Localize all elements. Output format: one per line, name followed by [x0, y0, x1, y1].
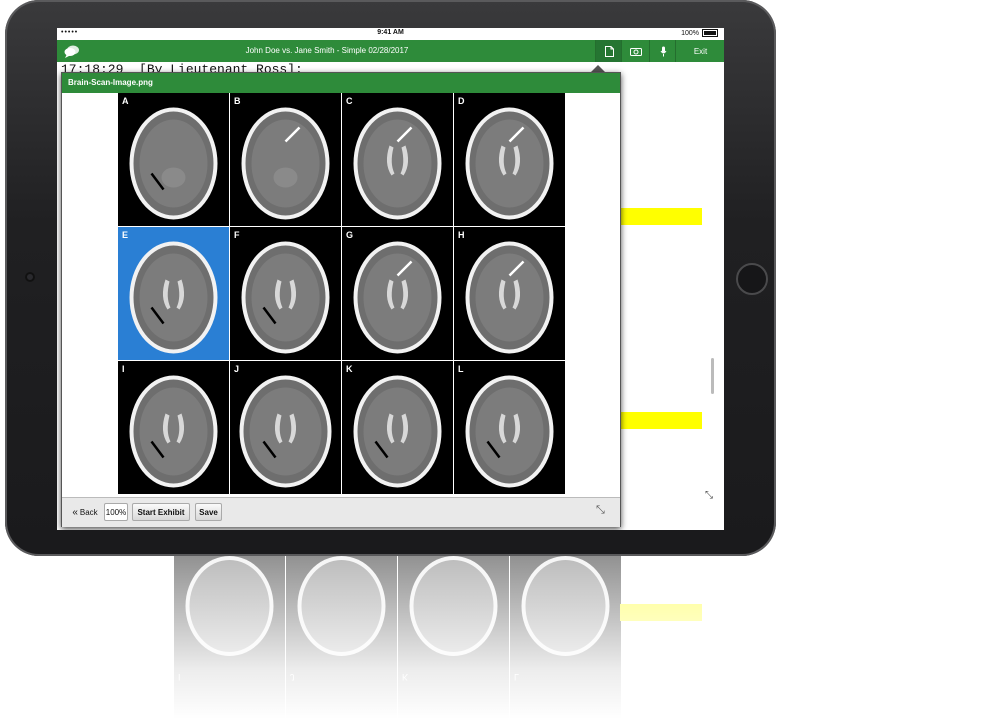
panel-letter: B [234, 96, 241, 106]
exhibit-filename: Brain-Scan-Image.png [62, 73, 620, 93]
exit-button[interactable]: Exit [675, 40, 724, 62]
panel-letter: H [458, 230, 465, 240]
panel-letter: F [234, 230, 240, 240]
scan-panel: E [118, 227, 229, 360]
camera-button[interactable] [621, 40, 650, 62]
transcript-highlight[interactable] [620, 208, 702, 225]
scan-panel: C [342, 93, 453, 226]
scan-panel: F [230, 227, 341, 360]
panel-letter: C [346, 96, 353, 106]
scan-panel: K [342, 361, 453, 494]
start-exhibit-button[interactable]: Start Exhibit [132, 503, 190, 521]
reflection-fade [0, 556, 1000, 719]
resize-icon[interactable]: ⤡ [705, 490, 713, 501]
panel-letter: G [346, 230, 353, 240]
exhibit-viewer: Brain-Scan-Image.png A B C D E F G H I J K L « Back… [61, 72, 621, 527]
status-time: 9:41 AM [377, 29, 404, 36]
home-button[interactable] [736, 263, 768, 295]
zoom-level[interactable]: 100% [104, 503, 128, 521]
brain-scan-image: A B C D E F G H I J K L [118, 93, 565, 497]
front-camera [25, 272, 35, 282]
battery-icon [702, 29, 718, 37]
panel-letter: A [122, 96, 129, 106]
scan-panel: L [454, 361, 565, 494]
exhibit-image-area[interactable]: A B C D E F G H I J K L [62, 93, 620, 497]
case-title: John Doe vs. Jane Smith - Simple 02/28/2… [245, 46, 409, 55]
scan-panel: B [230, 93, 341, 226]
back-button[interactable]: « Back [68, 503, 102, 521]
battery-percent: 100% [681, 29, 699, 37]
double-chevron-left-icon: « [72, 506, 78, 518]
scan-panel: D [454, 93, 565, 226]
document-button[interactable] [595, 40, 622, 62]
scan-panel: H [454, 227, 565, 360]
viewer-toolbar: « Back 100% Start Exhibit Save ⤡ [62, 497, 620, 527]
scan-panel: I [118, 361, 229, 494]
microphone-button[interactable] [649, 40, 676, 62]
panel-letter: E [122, 230, 128, 240]
microphone-icon [660, 46, 666, 56]
popover-arrow [591, 65, 605, 72]
battery-indicator: 100% [681, 29, 718, 37]
scan-panel: A [118, 93, 229, 226]
transcript-scrollbar[interactable] [711, 358, 714, 394]
transcript-highlight[interactable] [620, 412, 702, 429]
app-header: John Doe vs. Jane Smith - Simple 02/28/2… [57, 40, 724, 62]
document-icon [604, 45, 614, 57]
camera-icon [630, 47, 642, 56]
back-label: Back [79, 507, 98, 517]
panel-letter: D [458, 96, 465, 106]
panel-letter: L [458, 364, 464, 374]
save-button[interactable]: Save [195, 503, 222, 521]
panel-letter: J [234, 364, 239, 374]
panel-letter: I [122, 364, 125, 374]
scan-panel: J [230, 361, 341, 494]
panel-letter: K [346, 364, 353, 374]
expand-icon[interactable]: ⤡ [596, 504, 605, 517]
scan-panel: G [342, 227, 453, 360]
status-bar: ••••• 9:41 AM 100% [57, 28, 724, 40]
ipad-screen: ••••• 9:41 AM 100% John Doe vs. Jane Smi… [57, 28, 724, 530]
